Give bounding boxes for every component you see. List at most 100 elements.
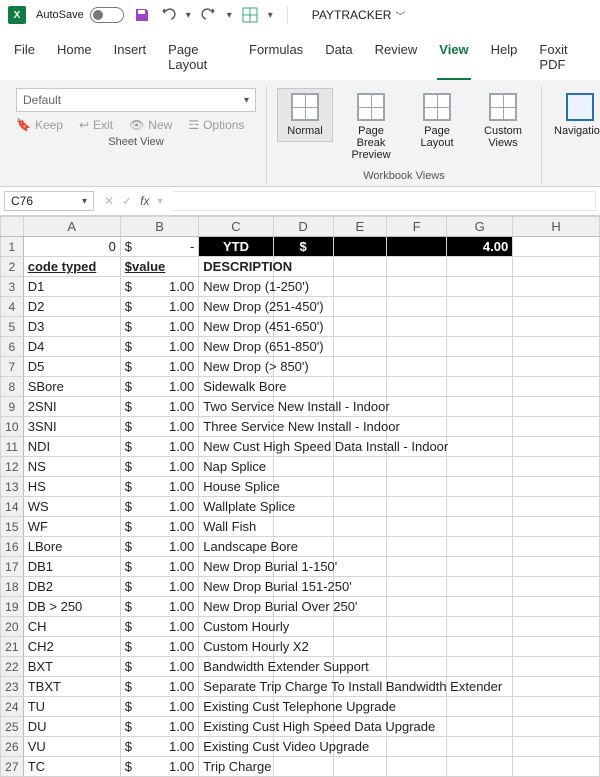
table-row[interactable]: 16LBore$1.00Landscape Bore <box>1 537 600 557</box>
cell[interactable] <box>387 377 447 397</box>
cell[interactable]: $1.00 <box>120 697 198 717</box>
cell[interactable]: $1.00 <box>120 497 198 517</box>
normal-view-button[interactable]: Normal <box>277 88 333 142</box>
cell[interactable] <box>333 637 387 657</box>
cell[interactable] <box>273 697 333 717</box>
row-head[interactable]: 9 <box>1 397 24 417</box>
cell[interactable] <box>387 337 447 357</box>
cell[interactable] <box>387 517 447 537</box>
tab-home[interactable]: Home <box>55 38 94 80</box>
cell[interactable] <box>513 497 600 517</box>
cell[interactable]: $1.00 <box>120 597 198 617</box>
cell[interactable] <box>387 317 447 337</box>
row-head[interactable]: 5 <box>1 317 24 337</box>
cell[interactable] <box>513 477 600 497</box>
cell[interactable] <box>273 417 333 437</box>
cell[interactable] <box>513 257 600 277</box>
row-head[interactable]: 13 <box>1 477 24 497</box>
cell[interactable] <box>333 617 387 637</box>
cell[interactable] <box>513 297 600 317</box>
cell[interactable] <box>333 757 387 777</box>
cell[interactable] <box>387 657 447 677</box>
cell[interactable]: $1.00 <box>120 717 198 737</box>
cell[interactable]: DB1 <box>23 557 120 577</box>
cell[interactable]: TU <box>23 697 120 717</box>
cell[interactable] <box>387 297 447 317</box>
table-row[interactable]: 26VU$1.00Existing Cust Video Upgrade <box>1 737 600 757</box>
cell[interactable] <box>333 337 387 357</box>
tab-review[interactable]: Review <box>373 38 420 80</box>
cell[interactable] <box>447 717 513 737</box>
row-head[interactable]: 6 <box>1 337 24 357</box>
row-head[interactable]: 14 <box>1 497 24 517</box>
col-head-E[interactable]: E <box>333 217 387 237</box>
cell[interactable]: D3 <box>23 317 120 337</box>
cell[interactable]: Custom Hourly X2 <box>199 637 273 657</box>
table-row[interactable]: 27TC$1.00Trip Charge <box>1 757 600 777</box>
fx-icon[interactable]: fx <box>140 194 149 208</box>
col-head-D[interactable]: D <box>273 217 333 237</box>
cell[interactable]: CH <box>23 617 120 637</box>
table-row[interactable]: 1 0 $- YTD $ 4.00 <box>1 237 600 257</box>
cell[interactable]: New Drop (451-650') <box>199 317 273 337</box>
row-head[interactable]: 18 <box>1 577 24 597</box>
cell[interactable] <box>387 577 447 597</box>
cell[interactable] <box>387 417 447 437</box>
cell[interactable] <box>447 517 513 537</box>
cell[interactable]: New Drop (651-850') <box>199 337 273 357</box>
cell[interactable]: 2SNI <box>23 397 120 417</box>
cell[interactable]: $1.00 <box>120 537 198 557</box>
cell[interactable] <box>273 397 333 417</box>
table-row[interactable]: 7D5$1.00New Drop (> 850') <box>1 357 600 377</box>
cell[interactable]: DU <box>23 717 120 737</box>
cell[interactable] <box>333 557 387 577</box>
cell[interactable]: D2 <box>23 297 120 317</box>
cell[interactable]: $1.00 <box>120 317 198 337</box>
row-head[interactable]: 20 <box>1 617 24 637</box>
cell[interactable] <box>447 637 513 657</box>
cell[interactable]: Existing Cust Video Upgrade <box>199 737 273 757</box>
page-break-button[interactable]: Page Break Preview <box>343 88 399 166</box>
cell[interactable] <box>333 397 387 417</box>
row-head[interactable]: 3 <box>1 277 24 297</box>
cell[interactable] <box>273 657 333 677</box>
cell[interactable]: $1.00 <box>120 517 198 537</box>
cell[interactable]: DB2 <box>23 577 120 597</box>
row-head[interactable]: 15 <box>1 517 24 537</box>
cell[interactable] <box>273 637 333 657</box>
table-row[interactable]: 21CH2$1.00Custom Hourly X2 <box>1 637 600 657</box>
cell[interactable]: Landscape Bore <box>199 537 273 557</box>
page-layout-button[interactable]: Page Layout <box>409 88 465 154</box>
table-row[interactable]: 11NDI$1.00New Cust High Speed Data Insta… <box>1 437 600 457</box>
cell[interactable]: D5 <box>23 357 120 377</box>
cell[interactable]: New Cust High Speed Data Install - Indoo… <box>199 437 273 457</box>
tab-data[interactable]: Data <box>323 38 354 80</box>
column-headers[interactable]: A B C D E F G H <box>1 217 600 237</box>
cell[interactable]: 3SNI <box>23 417 120 437</box>
cell[interactable] <box>447 277 513 297</box>
grid-tool-icon[interactable] <box>242 7 258 23</box>
table-row[interactable]: 14WS$1.00Wallplate Splice <box>1 497 600 517</box>
table-row[interactable]: 5D3$1.00New Drop (451-650') <box>1 317 600 337</box>
cell[interactable] <box>387 597 447 617</box>
cell[interactable] <box>333 717 387 737</box>
row-head[interactable]: 23 <box>1 677 24 697</box>
table-row[interactable]: 17DB1$1.00New Drop Burial 1-150' <box>1 557 600 577</box>
table-row[interactable]: 2 code typed $value DESCRIPTION <box>1 257 600 277</box>
cell[interactable] <box>333 237 387 257</box>
enter-icon[interactable]: ✓ <box>122 194 132 208</box>
cell[interactable]: $1.00 <box>120 637 198 657</box>
cell[interactable]: WF <box>23 517 120 537</box>
autosave-toggle[interactable]: AutoSave <box>36 7 124 23</box>
cell[interactable]: House Splice <box>199 477 273 497</box>
row-head[interactable]: 16 <box>1 537 24 557</box>
sheet-view-select[interactable]: Default ▾ <box>16 88 256 112</box>
row-head[interactable]: 25 <box>1 717 24 737</box>
cell[interactable] <box>333 597 387 617</box>
cell[interactable]: $ <box>273 237 333 257</box>
cell[interactable] <box>447 297 513 317</box>
cell[interactable] <box>387 477 447 497</box>
cell[interactable] <box>513 277 600 297</box>
cell[interactable] <box>513 557 600 577</box>
cell[interactable] <box>447 737 513 757</box>
